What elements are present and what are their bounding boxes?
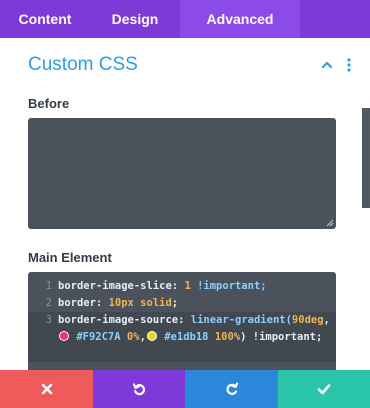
code-line: 1 border-image-slice: 1 !important; <box>28 278 336 295</box>
css-value: 0% <box>126 331 140 343</box>
footer-actions <box>0 370 370 408</box>
css-property: border-image-source: <box>58 314 191 326</box>
chevron-up-icon[interactable] <box>320 58 334 72</box>
tab-design[interactable]: Design <box>90 0 180 38</box>
css-value: 90deg <box>291 314 324 326</box>
before-label: Before <box>28 96 70 111</box>
tab-advanced[interactable]: Advanced <box>180 0 300 38</box>
tab-bar-filler <box>300 0 370 38</box>
line-number: 2 <box>45 297 52 309</box>
css-important: ) !important; <box>240 331 323 343</box>
redo-icon <box>225 382 238 395</box>
color-swatch-yellow[interactable] <box>146 331 157 341</box>
redo-button[interactable] <box>185 370 278 408</box>
css-semicolon: ; <box>171 297 179 309</box>
resize-handle-icon[interactable] <box>326 219 334 227</box>
css-important: !important; <box>190 280 267 292</box>
css-function: linear-gradient( <box>190 314 292 326</box>
code-text: border-image-source: linear-gradient(90d… <box>58 312 330 346</box>
tab-content[interactable]: Content <box>0 0 90 38</box>
cancel-button[interactable] <box>0 370 93 408</box>
main-element-code-editor[interactable]: 1 border-image-slice: 1 !important; 2 bo… <box>28 272 336 370</box>
color-swatch-pink[interactable] <box>59 331 69 341</box>
css-separator: , <box>323 314 330 326</box>
code-line-active: 3 border-image-source: linear-gradient(9… <box>28 312 336 362</box>
check-icon <box>317 384 331 395</box>
css-color: #F92C7A <box>76 331 121 343</box>
css-property: border-image-slice: <box>58 280 185 292</box>
before-textarea[interactable] <box>28 118 336 229</box>
close-icon <box>41 383 52 395</box>
tab-bar: Content Design Advanced <box>0 0 370 38</box>
settings-panel: Custom CSS Before Main Element 1 border-… <box>0 38 370 370</box>
css-color: #e1db18 <box>164 331 209 343</box>
css-value: 10px solid <box>108 297 172 309</box>
css-separator: , <box>139 331 146 343</box>
save-button[interactable] <box>278 370 370 408</box>
main-element-label: Main Element <box>28 250 112 265</box>
code-text: border-image-slice: 1 !important; <box>58 278 330 295</box>
line-number: 1 <box>45 280 52 292</box>
kebab-icon[interactable] <box>347 57 351 73</box>
section-title[interactable]: Custom CSS <box>28 54 138 76</box>
scrollbar[interactable] <box>362 108 370 208</box>
css-value: 100% <box>214 331 241 343</box>
undo-button[interactable] <box>93 370 185 408</box>
undo-icon <box>132 383 146 396</box>
css-property: border: <box>58 297 109 309</box>
code-line: 2 border: 10px solid; <box>28 295 336 312</box>
code-text: border: 10px solid; <box>58 295 330 312</box>
line-number: 3 <box>45 314 52 326</box>
